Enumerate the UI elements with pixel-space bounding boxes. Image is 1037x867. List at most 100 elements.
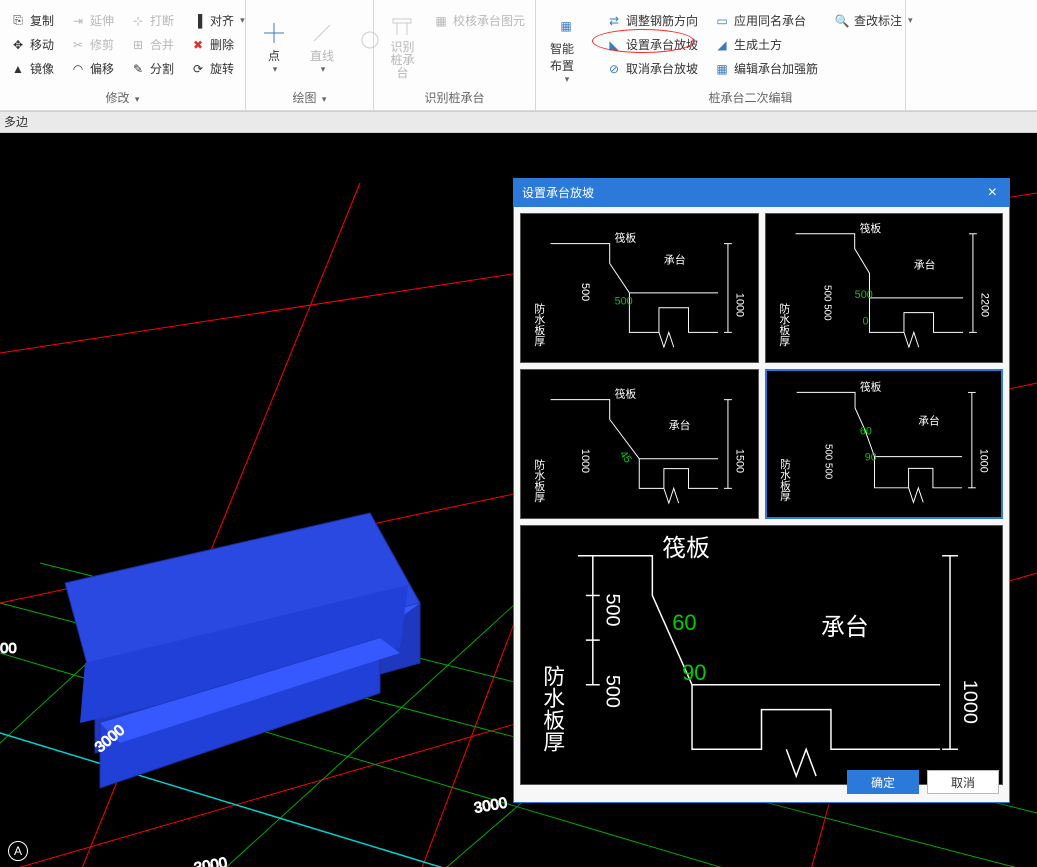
move-icon: ✥ bbox=[10, 37, 26, 53]
align-button[interactable]: ▐对齐▾ bbox=[186, 10, 249, 32]
delete-icon: ✖ bbox=[190, 37, 206, 53]
edit-reinforce-button[interactable]: ▦编辑承台加强筋 bbox=[710, 58, 822, 80]
smart-layout-button[interactable]: ▦ 智能布置 ▾ bbox=[542, 8, 590, 85]
svg-text:1000: 1000 bbox=[734, 293, 746, 317]
chevron-down-icon: ▾ bbox=[273, 64, 278, 75]
ribbon-group-recognize: 识别 桩承台 ▦校核承台图元 识别桩承台 bbox=[374, 0, 536, 110]
slope-option-3[interactable]: 防水板厚 筏板 承台 1000 45 1500 bbox=[520, 369, 759, 519]
mirror-button[interactable]: ▲镜像 bbox=[6, 58, 58, 80]
chevron-down-icon: ▾ bbox=[322, 94, 327, 104]
svg-text:承台: 承台 bbox=[913, 257, 935, 271]
recognize-button[interactable]: 识别 桩承台 bbox=[380, 9, 425, 80]
slope-preview: 防水板厚 筏板 承台 500 500 60 90 1000 bbox=[520, 525, 1003, 785]
move-button[interactable]: ✥移动 bbox=[6, 34, 58, 56]
ribbon-group-draw: 点 ▾ 直线 ▾ 绘图 ▾ bbox=[246, 0, 374, 110]
svg-text:筏板: 筏板 bbox=[615, 231, 637, 245]
rotate-button[interactable]: ⟳旋转 bbox=[186, 58, 249, 80]
mirror-icon: ▲ bbox=[10, 61, 26, 77]
svg-text:防水板厚: 防水板厚 bbox=[533, 301, 545, 346]
svg-text:90: 90 bbox=[864, 452, 876, 464]
group-title-modify: 修改 ▾ bbox=[0, 87, 245, 110]
apply-same-button[interactable]: ▭应用同名承台 bbox=[710, 10, 822, 32]
chevron-down-icon: ▾ bbox=[135, 94, 140, 104]
merge-button[interactable]: ⊞合并 bbox=[126, 34, 178, 56]
svg-text:筏板: 筏板 bbox=[662, 535, 710, 562]
svg-text:1500: 1500 bbox=[734, 449, 746, 473]
ribbon-group-edit2: ⇄调整钢筋方向 ◣设置承台放坡 ⊘取消承台放坡 ▭应用同名承台 ◢生成土方 ▦编… bbox=[596, 0, 906, 110]
cancel-slope-icon: ⊘ bbox=[606, 61, 622, 77]
svg-text:500: 500 bbox=[854, 289, 872, 301]
svg-text:1000: 1000 bbox=[977, 449, 989, 473]
point-button[interactable]: 点 ▾ bbox=[252, 15, 296, 75]
svg-text:500 500: 500 500 bbox=[822, 444, 833, 480]
dialog-titlebar[interactable]: 设置承台放坡 × bbox=[514, 179, 1009, 207]
offset-button[interactable]: ◠偏移 bbox=[66, 58, 118, 80]
slope-option-2[interactable]: 防水板厚 筏板 承台 500 500 500 0 2200 bbox=[765, 213, 1004, 363]
axis-badge-a: A bbox=[8, 841, 28, 861]
svg-text:防水板厚: 防水板厚 bbox=[777, 301, 789, 346]
svg-text:45: 45 bbox=[617, 449, 634, 466]
earth-icon: ◢ bbox=[714, 37, 730, 53]
group-title-recognize: 识别桩承台 bbox=[374, 87, 535, 110]
slope-icon: ◣ bbox=[606, 37, 622, 53]
svg-text:防水板厚: 防水板厚 bbox=[533, 457, 545, 502]
sub-toolbar: 多边 bbox=[0, 111, 1037, 133]
chevron-down-icon: ▾ bbox=[908, 15, 913, 26]
chevron-down-icon: ▾ bbox=[321, 64, 326, 75]
svg-text:承台: 承台 bbox=[664, 252, 686, 266]
close-icon[interactable]: × bbox=[984, 179, 1001, 207]
check-cap-button[interactable]: ▦校核承台图元 bbox=[429, 10, 529, 32]
svg-text:60: 60 bbox=[672, 610, 696, 635]
svg-text:500: 500 bbox=[602, 675, 624, 708]
offset-icon: ◠ bbox=[70, 61, 86, 77]
change-anno-button[interactable]: 🔍查改标注▾ bbox=[830, 10, 917, 32]
break-button[interactable]: ⊹打断 bbox=[126, 10, 178, 32]
trim-button[interactable]: ✂修剪 bbox=[66, 34, 118, 56]
split-icon: ✎ bbox=[130, 61, 146, 77]
merge-icon: ⊞ bbox=[130, 37, 146, 53]
svg-text:60: 60 bbox=[859, 425, 871, 437]
line-button[interactable]: 直线 ▾ bbox=[300, 15, 344, 75]
set-slope-button[interactable]: ◣设置承台放坡 bbox=[602, 34, 702, 56]
svg-text:3000: 3000 bbox=[193, 854, 229, 867]
svg-text:500: 500 bbox=[615, 296, 633, 308]
slope-dialog: 设置承台放坡 × 防水板厚 筏板 承台 500 500 1000 bbox=[513, 178, 1010, 803]
break-icon: ⊹ bbox=[130, 13, 146, 29]
svg-text:筏板: 筏板 bbox=[615, 387, 637, 401]
svg-text:1000: 1000 bbox=[579, 449, 591, 473]
slope-option-4[interactable]: 防水板厚 筏板 承台 500 500 60 90 1000 bbox=[765, 369, 1004, 519]
smart-icon: ▦ bbox=[552, 12, 580, 40]
svg-text:2200: 2200 bbox=[978, 293, 990, 317]
extend-button[interactable]: ⇥延伸 bbox=[66, 10, 118, 32]
align-icon: ▐ bbox=[190, 13, 206, 29]
svg-text:500 500: 500 500 bbox=[821, 285, 832, 321]
group-title-draw: 绘图 ▾ bbox=[246, 87, 373, 110]
copy-button[interactable]: ⎘复制 bbox=[6, 10, 58, 32]
slope-option-1[interactable]: 防水板厚 筏板 承台 500 500 1000 bbox=[520, 213, 759, 363]
recognize-icon bbox=[388, 13, 416, 41]
anno-icon: 🔍 bbox=[834, 13, 850, 29]
trim-icon: ✂ bbox=[70, 37, 86, 53]
adjust-rebar-button[interactable]: ⇄调整钢筋方向 bbox=[602, 10, 702, 32]
ribbon-group-modify: ⎘复制 ✥移动 ▲镜像 ⇥延伸 ✂修剪 ◠偏移 ⊹打断 ⊞合并 ✎分割 ▐对齐▾… bbox=[0, 0, 246, 110]
svg-text:1000: 1000 bbox=[959, 680, 981, 724]
delete-button[interactable]: ✖删除 bbox=[186, 34, 249, 56]
make-earth-button[interactable]: ◢生成土方 bbox=[710, 34, 822, 56]
svg-text:承台: 承台 bbox=[669, 418, 691, 432]
apply-icon: ▭ bbox=[714, 13, 730, 29]
svg-text:筏板: 筏板 bbox=[859, 221, 881, 235]
svg-text:防水板厚: 防水板厚 bbox=[778, 458, 790, 502]
svg-text:承台: 承台 bbox=[821, 614, 869, 641]
svg-text:500: 500 bbox=[579, 283, 591, 301]
svg-text:防水板厚: 防水板厚 bbox=[541, 665, 566, 753]
cancel-slope-button[interactable]: ⊘取消承台放坡 bbox=[602, 58, 702, 80]
ok-button[interactable]: 确定 bbox=[847, 770, 919, 794]
rebar-icon: ⇄ bbox=[606, 13, 622, 29]
svg-text:筏板: 筏板 bbox=[859, 380, 881, 393]
split-button[interactable]: ✎分割 bbox=[126, 58, 178, 80]
cancel-button[interactable]: 取消 bbox=[927, 770, 999, 794]
svg-text:0: 0 bbox=[862, 315, 868, 327]
reinforce-icon: ▦ bbox=[714, 61, 730, 77]
rotate-icon: ⟳ bbox=[190, 61, 206, 77]
svg-text:3000: 3000 bbox=[473, 794, 509, 817]
